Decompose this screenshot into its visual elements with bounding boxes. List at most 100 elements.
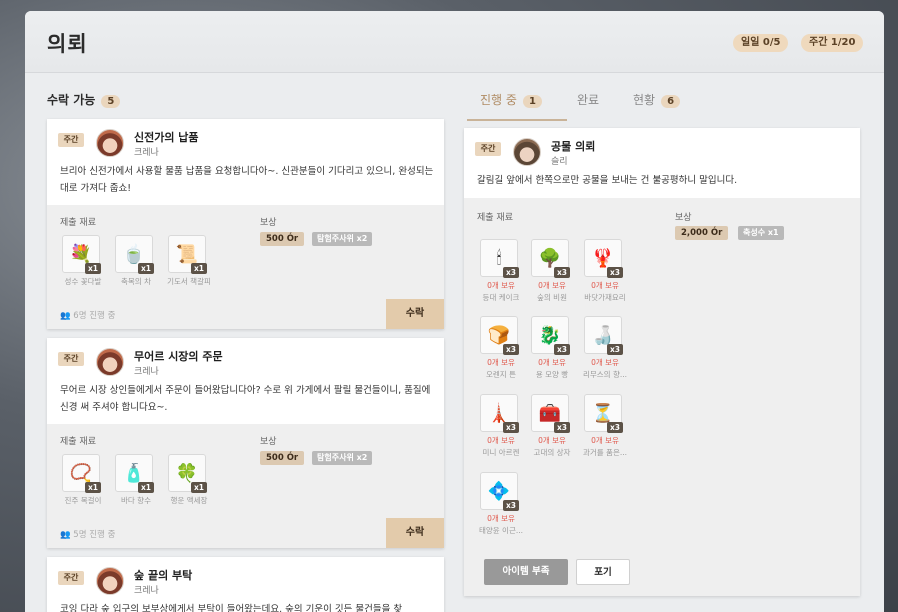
tab-in-progress-label: 진행 중 [480, 93, 517, 107]
material-name: 리무스의 향... [582, 370, 628, 379]
active-tab-indicator [467, 119, 567, 121]
material-qty: x1 [137, 482, 154, 493]
accept-button[interactable]: 수락 [386, 299, 444, 329]
material-name: 행운 액세장 [170, 496, 208, 505]
accept-button[interactable]: 수락 [386, 518, 444, 548]
material-item[interactable]: 🍀 x1 행운 액세장 [168, 454, 210, 506]
avatar [96, 129, 124, 157]
materials-label: 제출 재료 [60, 437, 96, 447]
give-up-button[interactable]: 포기 [576, 559, 630, 585]
available-label: 수락 가능 [47, 93, 96, 107]
material-qty: x1 [137, 263, 154, 274]
material-qty: x3 [502, 500, 519, 511]
owned-count: 0개 보유 [487, 358, 515, 367]
material-item[interactable]: 🌳 x3 0개 보유 숲의 비원 [531, 239, 573, 303]
avatar [96, 567, 124, 595]
quest-card: 주간 숲 끝의 부탁 크레나 코잉 다라 숲 입구의 보부상에게서 부탁이 들어… [47, 557, 444, 612]
material-qty: x3 [502, 344, 519, 355]
owned-count: 0개 보유 [538, 281, 566, 290]
material-item[interactable]: 🍶 x3 0개 보유 리무스의 향... [583, 316, 627, 380]
materials-label: 제출 재료 [60, 218, 96, 228]
tab-completed-label: 완료 [577, 93, 600, 107]
material-name: 태양윤 이근... [478, 526, 524, 535]
material-qty: x1 [190, 263, 207, 274]
owned-count: 0개 보유 [591, 281, 619, 290]
material-qty: x3 [502, 267, 519, 278]
material-item[interactable]: 💐 x1 성수 꽃다발 [62, 235, 104, 287]
reward-label: 보상 [260, 437, 277, 447]
charm-icon: 🍀 [175, 462, 199, 484]
tab-status-count: 6 [661, 95, 681, 108]
available-header: 수락 가능 5 [47, 91, 121, 108]
reward-label: 보상 [675, 213, 692, 223]
owned-count: 0개 보유 [591, 436, 619, 445]
tower-icon: 🗼 [487, 402, 511, 424]
material-qty: x3 [606, 267, 623, 278]
quest-giver: 크레나 [134, 367, 159, 377]
material-qty: x3 [606, 422, 623, 433]
material-item[interactable]: 💠 x3 0개 보유 태양윤 이근... [479, 472, 523, 536]
tab-completed[interactable]: 완료 [577, 91, 599, 108]
dragon-icon: 🐉 [538, 324, 562, 346]
material-item[interactable]: 🦞 x3 0개 보유 바닷가재요리 [584, 239, 626, 303]
reward-currency: 500 Ór [260, 232, 305, 246]
material-item[interactable]: 🗼 x3 0개 보유 미니 아르켄 [480, 394, 522, 458]
quest-title: 신전가의 납품 [134, 131, 199, 144]
material-name: 진주 목걸이 [64, 496, 102, 505]
gem-icon: 💠 [487, 480, 511, 502]
material-item[interactable]: 🕯 x3 0개 보유 등대 케이크 [480, 239, 522, 303]
owned-count: 0개 보유 [487, 514, 515, 523]
material-name: 바닷가재요리 [584, 293, 626, 302]
tab-status[interactable]: 현황 6 [633, 91, 681, 108]
weekly-badge: 주간 [58, 352, 84, 366]
quest-title: 무어르 시장의 주문 [134, 350, 223, 363]
material-qty: x1 [190, 482, 207, 493]
weekly-counter: 주간 1/20 [801, 34, 864, 52]
window-header: 의뢰 일일 0/5 주간 1/20 [25, 11, 884, 73]
avatar [513, 138, 541, 166]
material-name: 바다 향수 [121, 496, 151, 505]
material-qty: x1 [84, 263, 101, 274]
participants-count: 👥 6명 진행 중 [60, 311, 116, 321]
reward-item: 탐험주사위 x2 [312, 451, 373, 465]
quest-card: 주간 무어르 시장의 주문 크레나 무어르 시장 상인들에게서 주문이 들어왔답… [47, 338, 444, 548]
quest-description: 브리아 신전가에서 사용할 물품 납품을 요청합니다아~. 신관분들이 기다리고… [60, 166, 434, 194]
chest-icon: 🧰 [538, 402, 562, 424]
necklace-icon: 📿 [69, 462, 93, 484]
weekly-badge: 주간 [475, 142, 501, 156]
material-name: 등대 케이크 [482, 293, 520, 302]
window-title: 의뢰 [47, 31, 88, 56]
material-name: 축복의 차 [121, 277, 151, 286]
material-qty: x3 [553, 267, 570, 278]
material-item[interactable]: ⏳ x3 0개 보유 과거를 품은... [583, 394, 627, 458]
material-item[interactable]: 🧰 x3 0개 보유 고대의 상자 [531, 394, 573, 458]
material-item[interactable]: 📜 x1 기도서 책갈피 [167, 235, 211, 287]
material-item[interactable]: 🧴 x1 바다 향수 [115, 454, 157, 506]
quest-window: 의뢰 일일 0/5 주간 1/20 수락 가능 5 진행 중 1 완료 현황 6 주간… [25, 11, 884, 612]
material-item[interactable]: 🐉 x3 0개 보유 용 모양 빵 [531, 316, 573, 380]
quest-giver: 크레나 [134, 148, 159, 158]
material-item[interactable]: 🍵 x1 축복의 차 [115, 235, 157, 287]
material-name: 기도서 책갈피 [167, 277, 211, 286]
tab-in-progress[interactable]: 진행 중 1 [480, 91, 542, 108]
owned-count: 0개 보유 [487, 436, 515, 445]
material-item[interactable]: 📿 x1 진주 목걸이 [62, 454, 104, 506]
active-quest-panel: 주간 공물 의뢰 슬리 갈림길 앞에서 한쪽으로만 공물을 보내는 건 불공평하… [464, 128, 860, 596]
material-name: 성수 꽃다발 [64, 277, 102, 286]
tab-status-label: 현황 [633, 93, 656, 107]
weekly-badge: 주간 [58, 133, 84, 147]
material-item[interactable]: 🍞 x3 0개 보유 오렌지 튼 [480, 316, 522, 380]
material-name: 오렌지 튼 [486, 370, 516, 379]
reward-label: 보상 [260, 218, 277, 228]
insufficient-items-button[interactable]: 아이템 부족 [484, 559, 568, 585]
tea-icon: 🍵 [122, 243, 146, 265]
reward-item: 탐험주사위 x2 [312, 232, 373, 246]
bookmark-icon: 📜 [175, 243, 199, 265]
quest-description: 무어르 시장 상인들에게서 주문이 들어왔답니다아? 수로 위 가게에서 팔릴 … [60, 385, 431, 413]
daily-counter: 일일 0/5 [733, 34, 789, 52]
quest-title: 숲 끝의 부탁 [134, 569, 193, 582]
available-count: 5 [101, 95, 121, 108]
material-name: 용 모양 빵 [535, 370, 569, 379]
bread-icon: 🍞 [487, 324, 511, 346]
reward-currency: 500 Ór [260, 451, 305, 465]
